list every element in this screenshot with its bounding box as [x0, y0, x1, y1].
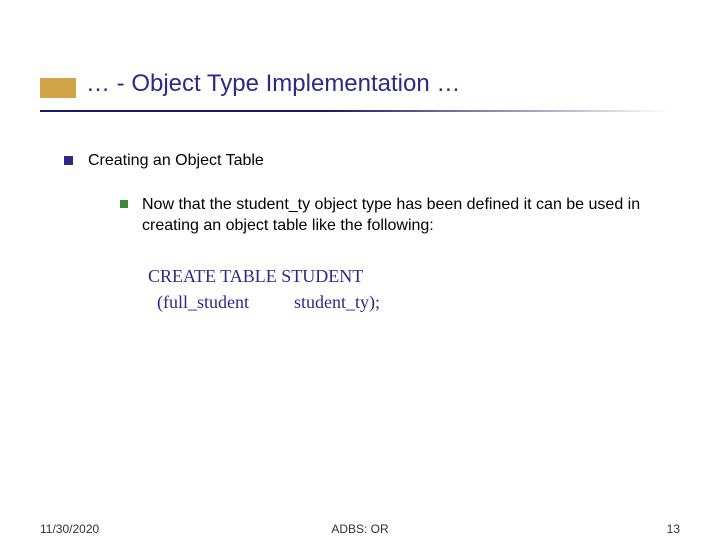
- bullet-level1-text: Creating an Object Table: [88, 152, 264, 169]
- slide: { "title": "… - Object Type Implementati…: [0, 0, 720, 540]
- footer-center: ADBS: OR: [40, 522, 680, 536]
- code-block: CREATE TABLE STUDENT (full_student stude…: [148, 263, 660, 315]
- title-block: … - Object Type Implementation …: [40, 70, 660, 98]
- code-line-1: CREATE TABLE STUDENT: [148, 266, 363, 286]
- code-line-2: (full_student student_ty);: [148, 292, 380, 312]
- slide-body: Creating an Object Table Now that the st…: [60, 150, 660, 339]
- slide-title: … - Object Type Implementation …: [86, 70, 660, 98]
- bullet-level1: Creating an Object Table Now that the st…: [60, 150, 660, 315]
- square-bullet-icon: [120, 200, 128, 208]
- bullet-level2: Now that the student_ty object type has …: [116, 194, 660, 237]
- title-underline: [40, 110, 670, 112]
- square-bullet-icon: [64, 156, 73, 165]
- footer-page-number: 13: [667, 522, 680, 536]
- bullet-level2-text: Now that the student_ty object type has …: [142, 196, 640, 235]
